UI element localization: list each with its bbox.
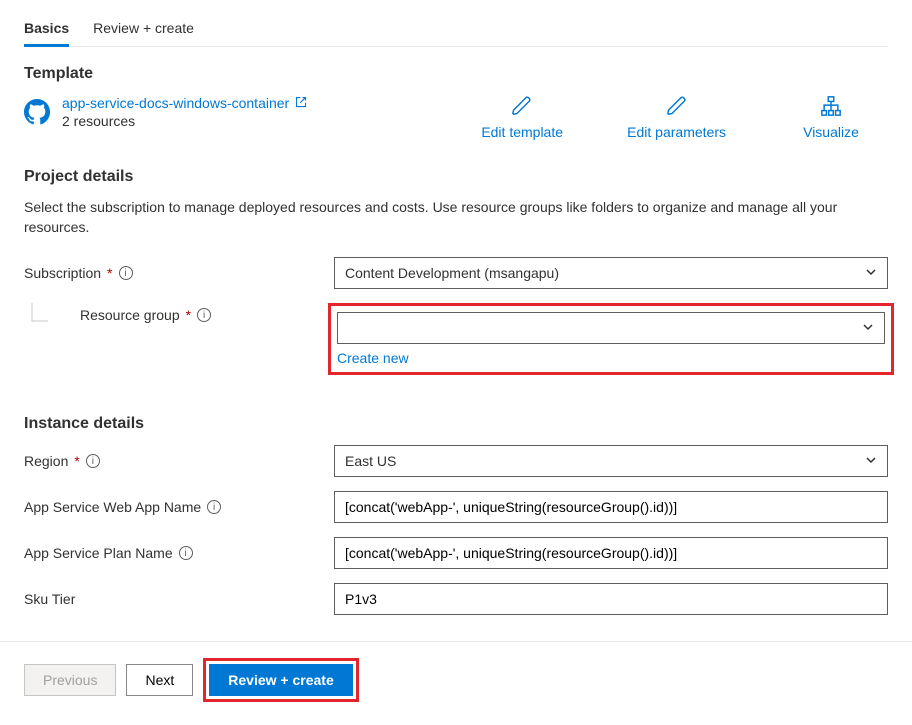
subscription-label: Subscription <box>24 265 101 281</box>
resource-group-highlight: Create new <box>328 303 894 375</box>
info-icon[interactable]: i <box>86 454 100 468</box>
region-select[interactable]: East US <box>334 445 888 477</box>
info-icon[interactable]: i <box>119 266 133 280</box>
github-icon <box>24 99 50 128</box>
edit-template-label: Edit template <box>481 124 563 140</box>
plan-name-input[interactable] <box>334 537 888 569</box>
template-link[interactable]: app-service-docs-windows-container <box>62 95 307 111</box>
subscription-select[interactable]: Content Development (msangapu) <box>334 257 888 289</box>
webapp-name-input[interactable] <box>334 491 888 523</box>
instance-details-heading: Instance details <box>24 415 888 433</box>
visualize-label: Visualize <box>803 124 859 140</box>
chevron-down-icon <box>862 320 874 336</box>
pencil-icon <box>511 95 533 120</box>
info-icon[interactable]: i <box>207 500 221 514</box>
template-heading: Template <box>24 65 888 83</box>
chevron-down-icon <box>865 453 877 469</box>
subscription-value: Content Development (msangapu) <box>345 265 559 281</box>
chevron-down-icon <box>865 265 877 281</box>
info-icon[interactable]: i <box>197 308 211 322</box>
sku-tier-input[interactable] <box>334 583 888 615</box>
resource-group-select[interactable] <box>337 312 885 344</box>
edit-template-button[interactable]: Edit template <box>477 95 567 140</box>
project-details-heading: Project details <box>24 168 888 186</box>
webapp-name-label: App Service Web App Name <box>24 499 201 515</box>
pencil-icon <box>666 95 688 120</box>
info-icon[interactable]: i <box>179 546 193 560</box>
visualize-button[interactable]: Visualize <box>786 95 876 140</box>
template-resource-count: 2 resources <box>62 113 307 129</box>
next-button[interactable]: Next <box>126 664 193 696</box>
template-link-label: app-service-docs-windows-container <box>62 95 289 111</box>
review-create-highlight: Review + create <box>203 658 358 702</box>
review-create-button[interactable]: Review + create <box>209 664 352 696</box>
tab-review-create[interactable]: Review + create <box>93 12 194 46</box>
tab-basics[interactable]: Basics <box>24 12 69 46</box>
resource-group-label: Resource group <box>80 307 180 323</box>
indent-connector <box>24 303 74 327</box>
create-new-link[interactable]: Create new <box>337 350 409 366</box>
previous-button: Previous <box>24 664 116 696</box>
edit-parameters-label: Edit parameters <box>627 124 726 140</box>
plan-name-label: App Service Plan Name <box>24 545 173 561</box>
edit-parameters-button[interactable]: Edit parameters <box>627 95 726 140</box>
region-label: Region <box>24 453 68 469</box>
required-asterisk: * <box>186 307 191 323</box>
hierarchy-icon <box>820 95 842 120</box>
sku-tier-label: Sku Tier <box>24 591 75 607</box>
required-asterisk: * <box>74 453 79 469</box>
region-value: East US <box>345 453 396 469</box>
external-link-icon <box>295 95 307 111</box>
required-asterisk: * <box>107 265 112 281</box>
project-details-description: Select the subscription to manage deploy… <box>24 198 888 237</box>
